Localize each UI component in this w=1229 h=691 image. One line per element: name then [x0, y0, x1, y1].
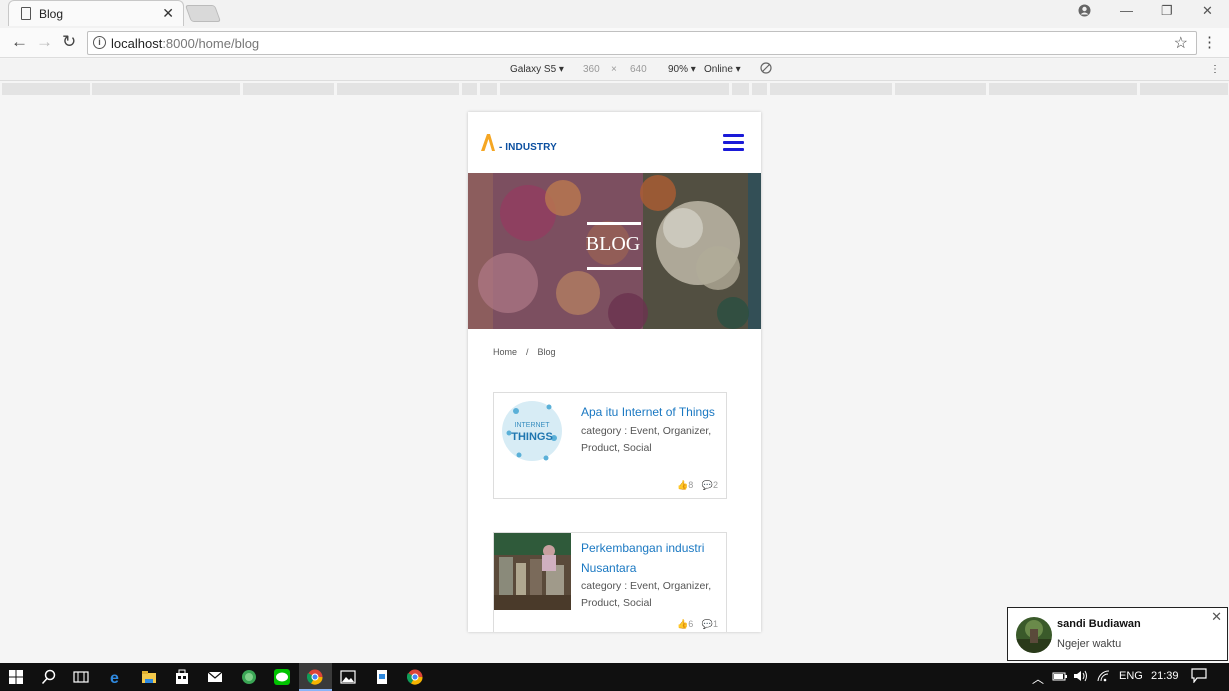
taskbar: e ︿ ENG 21:39	[0, 663, 1229, 691]
device-height-input[interactable]: 640	[630, 64, 647, 75]
post-category: category : Event, Organizer,	[581, 580, 712, 592]
battery-icon[interactable]	[1052, 670, 1068, 685]
post-thumbnail[interactable]: INTERNET THINGS	[494, 393, 571, 470]
svg-text:INTERNET: INTERNET	[515, 422, 551, 429]
hero-title-bar-top	[587, 222, 641, 225]
windows-start-icon[interactable]	[8, 669, 24, 685]
zoom-select[interactable]: 90% ▾	[668, 64, 696, 75]
chrome-icon	[307, 669, 323, 685]
line-chat-icon[interactable]	[274, 669, 290, 685]
comment-icon[interactable]: 💬2	[702, 480, 718, 490]
clock[interactable]: 21:39	[1151, 670, 1179, 682]
browser-menu-icon[interactable]: ⋮	[1202, 33, 1217, 51]
search-icon[interactable]	[41, 669, 57, 685]
tab-title: Blog	[39, 7, 64, 21]
active-chrome-taskbar-item[interactable]	[299, 663, 332, 691]
site-header: - INDUSTRY	[468, 112, 761, 173]
hero-title-bar-bottom	[587, 267, 641, 270]
minimize-icon[interactable]: —	[1120, 3, 1133, 18]
device-viewport: - INDUSTRY BLOG Home / Blog INTERNET THI…	[468, 112, 761, 632]
comment-count: 1	[712, 619, 718, 629]
logo-text[interactable]: - INDUSTRY	[499, 142, 557, 153]
document-app-icon[interactable]	[374, 669, 390, 685]
hamburger-menu-icon[interactable]	[723, 134, 744, 152]
post-category-cont: Product, Social	[581, 597, 652, 609]
notification-message: Ngejer waktu	[1057, 638, 1122, 650]
breadcrumb-home[interactable]: Home	[493, 347, 517, 357]
post-stats: 👍8 💬2	[671, 480, 718, 491]
svg-text:THINGS: THINGS	[511, 431, 553, 443]
file-explorer-icon[interactable]	[141, 669, 157, 685]
post-category-cont: Product, Social	[581, 442, 652, 454]
browser-tab-bar: Blog ✕ — ❐ ✕	[0, 0, 1229, 28]
device-select[interactable]: Galaxy S5 ▾	[510, 64, 564, 75]
post-title[interactable]: Apa itu Internet of Things	[581, 402, 715, 422]
address-bar[interactable]: i localhost:8000/home/blog ☆	[87, 31, 1197, 55]
device-width-input[interactable]: 360	[583, 64, 600, 75]
dimension-separator: ×	[611, 64, 617, 75]
tab-close-icon[interactable]: ✕	[162, 5, 174, 22]
edge-icon[interactable]: e	[108, 669, 124, 685]
post-category: category : Event, Organizer,	[581, 425, 712, 437]
bookmark-star-icon[interactable]: ☆	[1174, 33, 1188, 53]
browser-tab[interactable]: Blog ✕	[8, 0, 184, 26]
breadcrumb: Home / Blog	[493, 347, 556, 357]
chrome-icon-secondary[interactable]	[407, 669, 423, 685]
like-count: 8	[688, 480, 694, 490]
like-count: 6	[688, 619, 694, 629]
notification-toast[interactable]: sandi Budiawan Ngejer waktu ✕	[1007, 607, 1228, 661]
tray-expand-icon[interactable]: ︿	[1032, 670, 1044, 687]
like-icon[interactable]: 👍8	[677, 480, 693, 490]
devtools-menu-icon[interactable]: ⋮	[1210, 64, 1220, 75]
svg-text:e: e	[110, 670, 119, 685]
wifi-icon[interactable]	[1097, 670, 1111, 685]
url-text[interactable]: localhost:8000/home/blog	[111, 36, 259, 51]
comment-count: 2	[712, 480, 718, 490]
post-thumbnail[interactable]	[494, 533, 571, 610]
rotate-icon[interactable]	[760, 62, 772, 77]
action-center-icon[interactable]	[1191, 668, 1207, 686]
profile-icon[interactable]	[1078, 4, 1091, 20]
back-icon[interactable]: ←	[11, 32, 28, 52]
post-stats: 👍6 💬1	[671, 619, 718, 630]
post-title[interactable]: Perkembangan industri	[581, 538, 704, 558]
task-view-icon[interactable]	[73, 669, 89, 685]
mail-icon[interactable]	[207, 669, 223, 685]
store-icon[interactable]	[174, 669, 190, 685]
logo-icon[interactable]	[480, 132, 496, 152]
browser-toolbar: ← → ↻ i localhost:8000/home/blog ☆ ⋮	[0, 28, 1229, 58]
blog-post-card[interactable]: Perkembangan industri Nusantara category…	[493, 532, 727, 632]
notification-close-icon[interactable]: ✕	[1211, 609, 1222, 625]
notification-sender: sandi Budiawan	[1057, 618, 1141, 630]
new-tab-button[interactable]	[184, 5, 222, 22]
site-info-icon[interactable]: i	[93, 36, 106, 49]
reload-icon[interactable]: ↻	[62, 32, 76, 52]
breadcrumb-separator: /	[526, 347, 529, 357]
volume-icon[interactable]	[1073, 670, 1089, 685]
restore-icon[interactable]: ❐	[1161, 3, 1173, 19]
globe-app-icon[interactable]	[241, 669, 257, 685]
photos-icon[interactable]	[340, 669, 356, 685]
hero-title: BLOG	[585, 233, 641, 255]
comment-icon[interactable]: 💬1	[702, 619, 718, 629]
media-query-bar[interactable]	[0, 82, 1229, 96]
language-indicator[interactable]: ENG	[1119, 670, 1143, 682]
hero-banner: BLOG	[468, 173, 761, 329]
device-toolbar: Galaxy S5 ▾ 360 × 640 90% ▾ Online ▾ ⋮	[0, 59, 1229, 81]
post-title-cont[interactable]: Nusantara	[581, 558, 636, 578]
blog-post-card[interactable]: INTERNET THINGS Apa itu Internet of Thin…	[493, 392, 727, 499]
window-close-icon[interactable]: ✕	[1202, 3, 1213, 19]
like-icon[interactable]: 👍6	[677, 619, 693, 629]
breadcrumb-current: Blog	[537, 347, 556, 357]
network-throttle-select[interactable]: Online ▾	[704, 64, 741, 75]
avatar	[1016, 617, 1052, 653]
page-icon	[21, 7, 31, 20]
forward-icon[interactable]: →	[36, 32, 53, 52]
